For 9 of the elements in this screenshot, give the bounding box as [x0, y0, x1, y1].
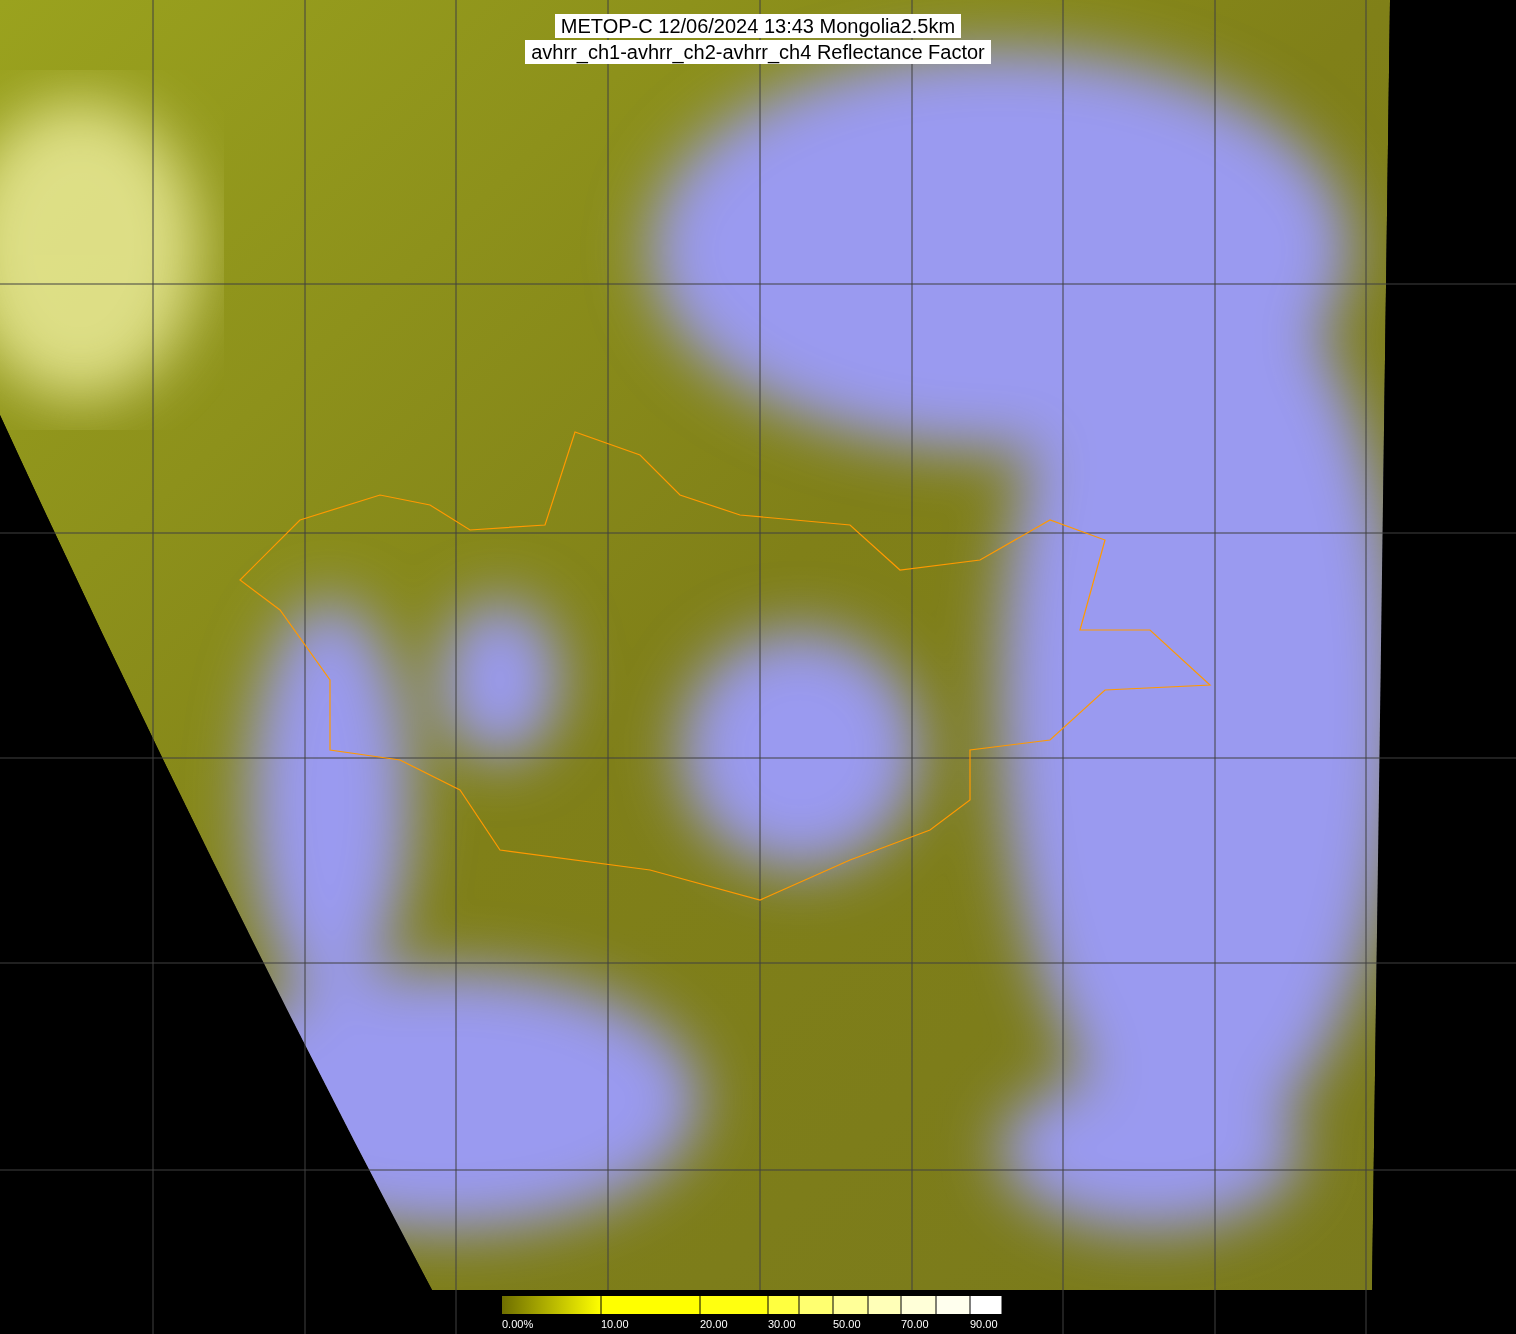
image-subtitle: avhrr_ch1-avhrr_ch2-avhrr_ch4 Reflectance Factor [525, 40, 991, 64]
colorbar-label: 30.00 [768, 1318, 796, 1330]
colorbar-label: 90.00 [970, 1318, 998, 1330]
colorbar-label: 0.00% [502, 1318, 534, 1330]
colorbar-label: 20.00 [700, 1318, 728, 1330]
colorbar-label: 70.00 [901, 1318, 929, 1330]
colorbar-label: 10.00 [601, 1318, 629, 1330]
image-title: METOP-C 12/06/2024 13:43 Mongolia2.5km [554, 14, 962, 38]
colorbar-label: 50.00 [833, 1318, 861, 1330]
